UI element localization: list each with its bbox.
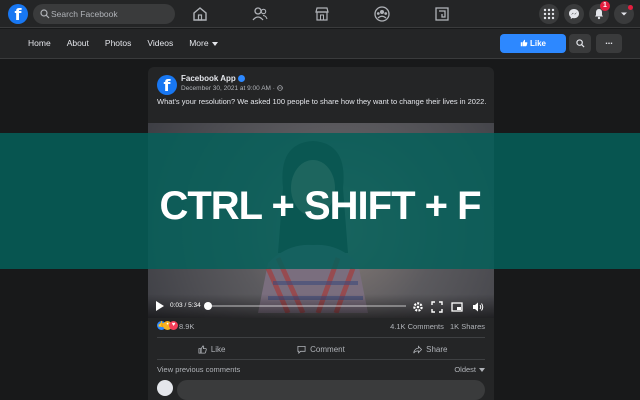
account-menu-button[interactable]	[614, 4, 634, 24]
divider	[157, 359, 485, 360]
comments-count[interactable]: 4.1K Comments	[390, 322, 444, 331]
commenter-avatar	[157, 380, 173, 396]
video-progress-handle[interactable]	[204, 302, 212, 310]
like-page-label: Like	[529, 39, 546, 48]
friends-icon[interactable]	[251, 5, 269, 23]
thumbs-up-icon	[198, 344, 207, 354]
tab-videos[interactable]: Videos	[139, 29, 181, 59]
tab-photos[interactable]: Photos	[97, 29, 139, 59]
messenger-icon	[569, 9, 579, 19]
tab-home[interactable]: Home	[20, 29, 59, 59]
page-navigation: Home About Photos Videos More Like ...	[0, 29, 640, 59]
post-text: What's your resolution? We asked 100 peo…	[157, 97, 487, 106]
tab-more[interactable]: More	[181, 29, 225, 59]
post-author-name: Facebook App	[181, 74, 236, 83]
keyboard-shortcut-text: CTRL + SHIFT + F	[159, 184, 481, 228]
grid-icon	[543, 8, 555, 20]
post-date-text: December 30, 2021 at 9:00 AM ·	[181, 85, 275, 92]
globe-icon	[277, 85, 283, 91]
fullscreen-icon[interactable]	[431, 300, 443, 313]
volume-icon[interactable]	[472, 300, 484, 312]
video-time: 0:03 / 5:34	[170, 302, 201, 309]
chevron-down-icon	[621, 12, 627, 16]
search-input[interactable]	[51, 4, 171, 24]
home-icon[interactable]	[191, 5, 209, 23]
tab-more-label: More	[189, 38, 209, 48]
love-reaction-icon[interactable]: ♥	[169, 321, 178, 330]
groups-icon[interactable]	[373, 5, 391, 23]
messenger-button[interactable]	[564, 4, 584, 24]
comment-sort-label: Oldest	[454, 365, 476, 374]
picture-in-picture-icon[interactable]	[451, 300, 463, 312]
share-icon	[413, 344, 423, 354]
engagement-counts: 4.1K Comments 1K Shares	[386, 322, 485, 331]
post-date[interactable]: December 30, 2021 at 9:00 AM ·	[181, 85, 283, 92]
alert-dot	[628, 5, 633, 10]
comment-button[interactable]: Comment	[266, 341, 375, 357]
comment-input[interactable]	[177, 380, 485, 400]
page-more-options-button[interactable]: ...	[596, 34, 622, 53]
menu-grid-button[interactable]	[539, 4, 559, 24]
marketplace-icon[interactable]	[313, 5, 331, 23]
verified-badge-icon	[237, 75, 245, 83]
view-previous-comments-link[interactable]: View previous comments	[157, 365, 240, 374]
notification-count-badge: 1	[600, 1, 610, 11]
top-navigation-bar: f 1	[0, 0, 640, 28]
video-controls: 0:03 / 5:34	[148, 294, 494, 318]
post-actions: Like Comment Share	[157, 341, 485, 357]
comment-label: Comment	[310, 344, 345, 354]
page-tabs: Home About Photos Videos More	[20, 29, 226, 59]
shares-count[interactable]: 1K Shares	[450, 322, 485, 331]
gaming-icon[interactable]	[433, 5, 451, 23]
video-progress-bar[interactable]	[204, 302, 406, 310]
like-page-button[interactable]: Like	[500, 34, 566, 53]
search-icon	[40, 9, 50, 19]
like-label: Like	[210, 344, 226, 354]
page-search-button[interactable]	[569, 34, 591, 53]
post-stats: 👍 • ♥ 8.9K 4.1K Comments 1K Shares	[148, 320, 494, 334]
play-icon[interactable]	[155, 300, 165, 312]
share-label: Share	[426, 344, 448, 354]
notifications-button[interactable]: 1	[589, 1, 610, 24]
page-avatar[interactable]: f	[157, 75, 177, 95]
caret-down-icon	[479, 368, 485, 373]
search-box[interactable]	[33, 4, 175, 24]
share-button[interactable]: Share	[376, 341, 485, 357]
comment-sort-dropdown[interactable]: Oldest	[454, 365, 485, 374]
tab-about[interactable]: About	[59, 29, 97, 59]
settings-gear-icon[interactable]	[412, 300, 424, 312]
thumbs-up-icon	[520, 39, 528, 47]
comment-icon	[297, 345, 306, 354]
search-icon	[575, 39, 585, 48]
caret-down-icon	[211, 41, 218, 46]
facebook-logo[interactable]: f	[8, 4, 28, 24]
reaction-count[interactable]: 8.9K	[179, 322, 194, 331]
post-author[interactable]: Facebook App	[181, 74, 245, 83]
like-button[interactable]: Like	[157, 341, 266, 357]
divider	[157, 337, 485, 338]
